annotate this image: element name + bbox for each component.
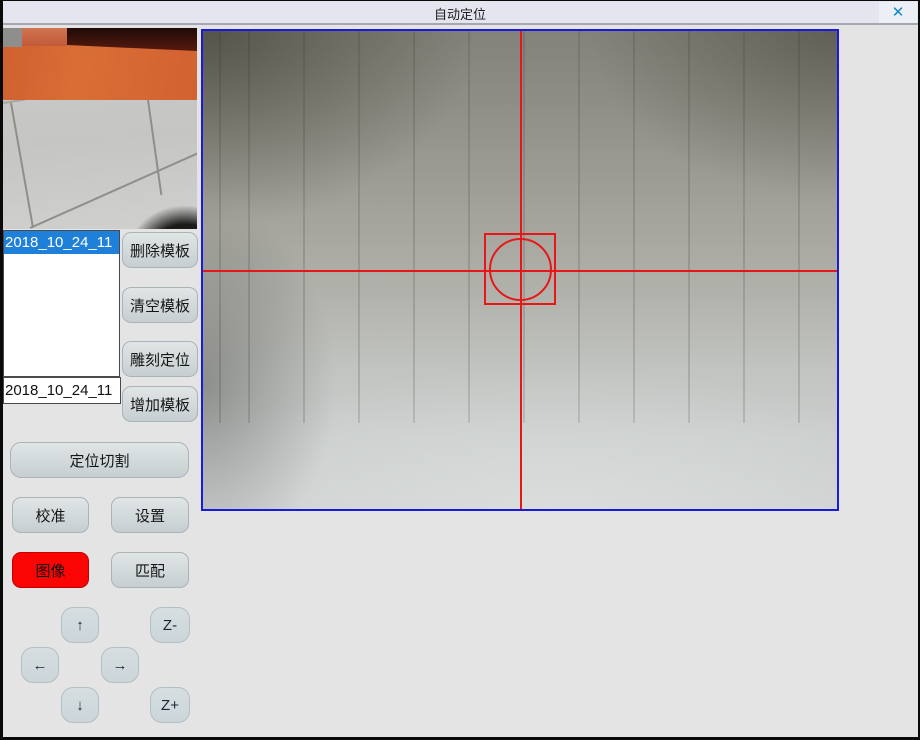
- engrave-position-button[interactable]: 雕刻定位: [122, 341, 198, 377]
- jog-down-button[interactable]: ↓: [61, 687, 99, 723]
- clear-templates-button[interactable]: 清空模板: [122, 287, 198, 323]
- jog-right-button[interactable]: →: [101, 647, 139, 683]
- arrow-left-icon: ←: [33, 657, 48, 674]
- match-region-circle: [489, 238, 552, 301]
- arrow-right-icon: →: [113, 657, 128, 674]
- template-list-item[interactable]: 2018_10_24_11: [4, 231, 119, 254]
- jog-left-button[interactable]: ←: [21, 647, 59, 683]
- image-button[interactable]: 图像: [12, 552, 89, 588]
- match-button[interactable]: 匹配: [111, 552, 189, 588]
- delete-template-button[interactable]: 删除模板: [122, 232, 198, 268]
- auto-position-dialog: 自动定位 ✕ 2018_10_24_11 删除模板 清空模板 雕刻定位 增加模板…: [0, 0, 920, 740]
- thumbnail-salmon-block: [22, 28, 67, 46]
- arrow-up-icon: ↑: [76, 617, 84, 634]
- calibrate-button[interactable]: 校准: [12, 497, 89, 533]
- add-template-button[interactable]: 增加模板: [122, 386, 198, 422]
- settings-button[interactable]: 设置: [111, 497, 189, 533]
- camera-view: [201, 29, 839, 511]
- close-button[interactable]: ✕: [879, 2, 917, 23]
- window-border-top: [0, 0, 920, 1]
- arrow-down-icon: ↓: [76, 697, 84, 714]
- jog-up-button[interactable]: ↑: [61, 607, 99, 643]
- close-icon: ✕: [879, 2, 917, 23]
- jog-z-plus-button[interactable]: Z+: [150, 687, 190, 723]
- window-border-left: [0, 0, 3, 740]
- template-list[interactable]: 2018_10_24_11: [3, 230, 120, 377]
- jog-z-minus-button[interactable]: Z-: [150, 607, 190, 643]
- thumbnail-gray-block: [3, 28, 22, 47]
- thumbnail-dark-object: [130, 206, 197, 229]
- position-cut-button[interactable]: 定位切割: [10, 442, 189, 478]
- dialog-title: 自动定位: [0, 4, 920, 23]
- title-bar: 自动定位 ✕: [0, 0, 920, 25]
- template-thumbnail: [3, 28, 197, 229]
- template-name-input[interactable]: [3, 377, 121, 404]
